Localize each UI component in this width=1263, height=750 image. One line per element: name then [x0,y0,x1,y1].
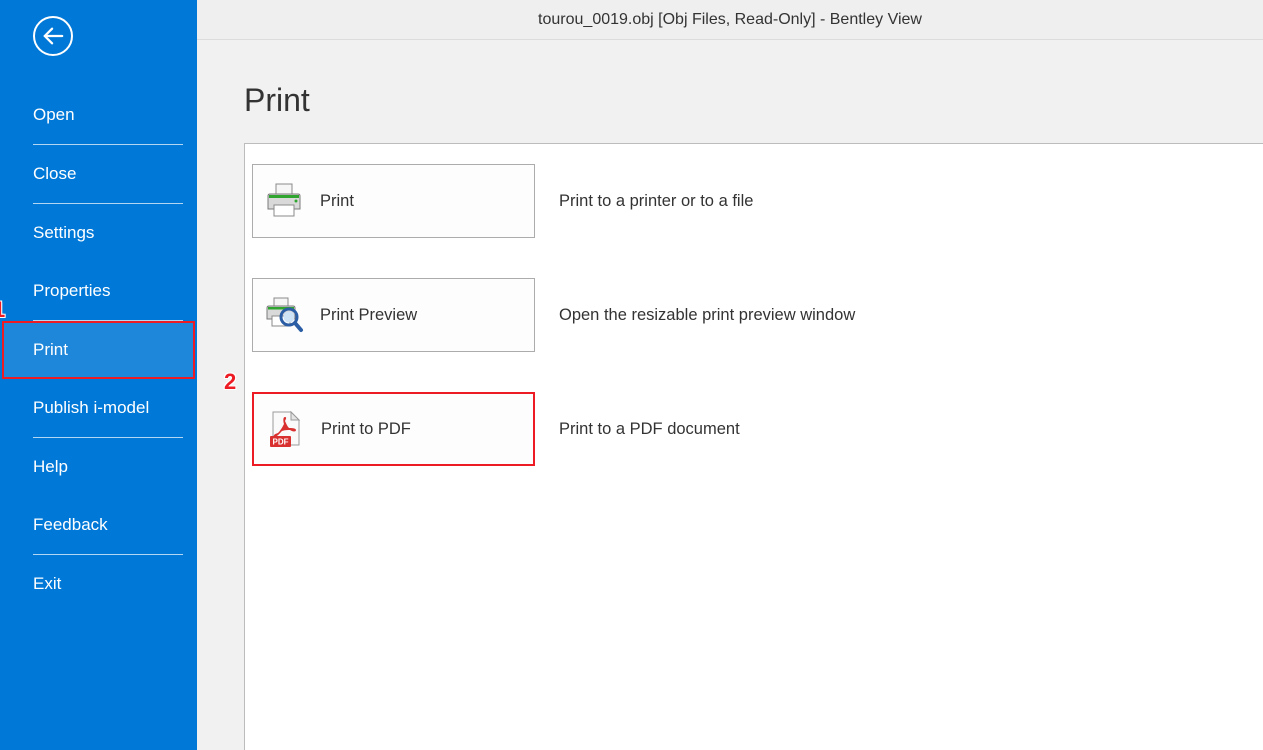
print-to-pdf-desc: Print to a PDF document [559,420,740,439]
sidebar-item-properties[interactable]: Properties [0,262,197,320]
print-label: Print [320,192,354,211]
sidebar-item-exit[interactable]: Exit [0,555,197,613]
print-preview-icon [264,295,304,335]
sidebar-item-publish[interactable]: Publish i-model [0,379,197,437]
window-title: tourou_0019.obj [Obj Files, Read-Only] -… [197,0,1263,40]
sidebar-item-open[interactable]: Open [0,86,197,144]
sidebar-item-close[interactable]: Close [0,145,197,203]
printer-icon [264,181,304,221]
option-row-pdf: 2 PDF Print to PDF Print to a PDF docume… [252,392,1263,466]
pdf-icon: PDF [265,409,305,449]
page-title: Print [197,40,1263,143]
option-row-print: Print Print to a printer or to a file [252,164,1263,238]
annotation-1: 1 [0,297,5,323]
print-button[interactable]: Print [252,164,535,238]
sidebar-print-highlight: 1 Print [2,321,195,379]
print-preview-desc: Open the resizable print preview window [559,306,855,325]
options-panel: Print Print to a printer or to a file [244,143,1263,750]
sidebar-item-help[interactable]: Help [0,438,197,496]
print-preview-label: Print Preview [320,306,417,325]
print-preview-button[interactable]: Print Preview [252,278,535,352]
option-row-preview: Print Preview Open the resizable print p… [252,278,1263,352]
sidebar-item-settings[interactable]: Settings [0,204,197,262]
sidebar-item-print[interactable]: Print [4,323,193,377]
main-area: tourou_0019.obj [Obj Files, Read-Only] -… [197,0,1263,750]
back-arrow-icon [42,26,64,46]
print-to-pdf-label: Print to PDF [321,420,411,439]
back-button[interactable] [33,16,73,56]
svg-text:PDF: PDF [273,438,289,447]
annotation-2: 2 [224,369,236,395]
print-to-pdf-button[interactable]: 2 PDF Print to PDF [252,392,535,466]
sidebar: Open Close Settings Properties 1 Print P… [0,0,197,750]
print-desc: Print to a printer or to a file [559,192,753,211]
sidebar-item-feedback[interactable]: Feedback [0,496,197,554]
